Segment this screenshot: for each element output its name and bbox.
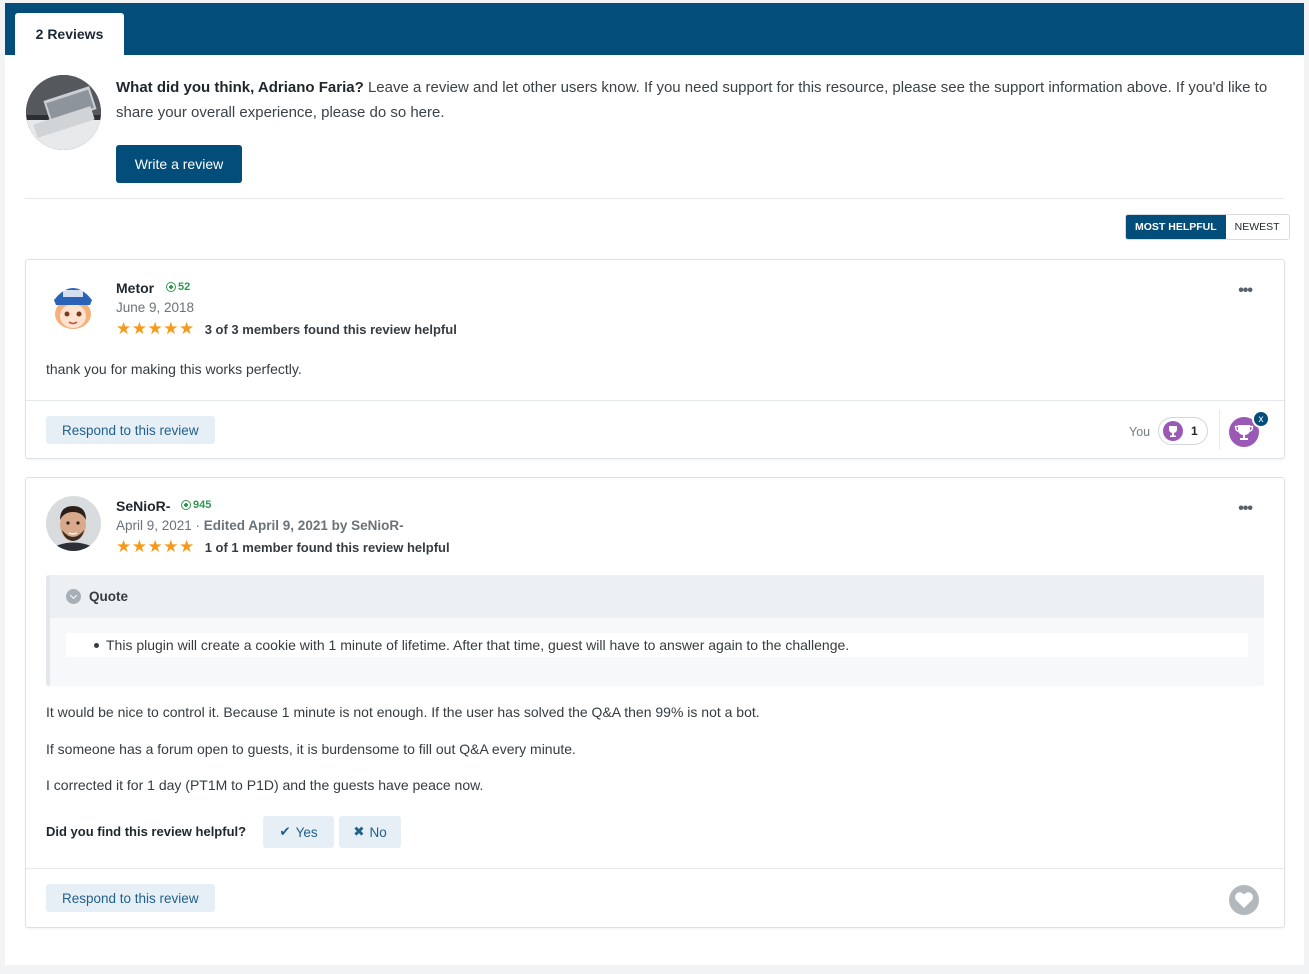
sort-newest[interactable]: NEWEST — [1225, 215, 1289, 239]
remove-reaction-icon[interactable]: x — [1252, 410, 1270, 428]
review-author[interactable]: SeNioR- — [116, 498, 170, 514]
tab-bar: 2 Reviews — [5, 3, 1304, 55]
review-date: April 9, 2021 · Edited April 9, 2021 by … — [116, 518, 404, 533]
review-author[interactable]: Metor — [116, 280, 154, 296]
more-options-icon[interactable]: ••• — [1238, 500, 1253, 518]
star-rating-icon: ★★★★★ — [116, 319, 195, 338]
tab-reviews[interactable]: 2 Reviews — [15, 13, 124, 55]
review-date-value: April 9, 2021 · — [116, 518, 204, 533]
review-card: Metor 52 June 9, 2018 ★★★★★ 3 of 3 membe… — [25, 259, 1285, 459]
x-icon: ✖ — [353, 824, 365, 839]
review-prompt: What did you think, Adriano Faria? Leave… — [116, 75, 1276, 125]
reputation-badge: 52 — [166, 281, 190, 293]
vote-no-label: No — [369, 824, 387, 840]
respond-button[interactable]: Respond to this review — [46, 416, 215, 444]
reviews-panel: 2 Reviews What did you think, Adriano Fa… — [5, 3, 1304, 965]
helpful-count: 1 of 1 member found this review helpful — [204, 539, 450, 555]
reputation-value: 945 — [193, 499, 212, 511]
review-text: thank you for making this works perfectl… — [46, 361, 302, 377]
plus-circle-icon — [181, 500, 191, 510]
reaction-count: 1 — [1191, 424, 1198, 438]
vote-yes-button[interactable]: ✔ Yes — [263, 816, 334, 848]
review-paragraph: I corrected it for 1 day (PT1M to P1D) a… — [46, 777, 484, 793]
quote-block: Quote This plugin will create a cookie w… — [46, 575, 1264, 686]
quote-label: Quote — [89, 589, 128, 604]
quote-header[interactable]: Quote — [50, 575, 1264, 618]
divider — [25, 198, 1284, 199]
review-date: June 9, 2018 — [116, 300, 195, 315]
vote-yes-label: Yes — [295, 824, 318, 840]
quote-list-item: This plugin will create a cookie with 1 … — [66, 633, 1248, 657]
trophy-icon — [1163, 421, 1183, 441]
reaction-you-label: You — [1129, 425, 1151, 439]
sort-most-helpful[interactable]: MOST HELPFUL — [1126, 215, 1226, 239]
more-options-icon[interactable]: ••• — [1238, 282, 1253, 300]
rating-row: ★★★★★ 1 of 1 member found this review he… — [116, 537, 450, 557]
reaction-summary[interactable]: 1 — [1158, 417, 1208, 445]
review-card: SeNioR- 945 April 9, 2021 · Edited April… — [25, 477, 1285, 928]
star-rating-icon: ★★★★★ — [116, 537, 195, 556]
check-icon: ✔ — [279, 824, 291, 839]
chevron-down-icon — [66, 589, 81, 604]
prompt-question: What did you think, Adriano Faria? — [116, 79, 364, 96]
review-paragraph: If someone has a forum open to guests, i… — [46, 741, 576, 757]
helpful-count: 3 of 3 members found this review helpful — [204, 321, 457, 337]
reputation-badge: 945 — [181, 499, 211, 511]
avatar[interactable] — [46, 496, 101, 551]
reputation-value: 52 — [178, 281, 191, 293]
rating-row: ★★★★★ 3 of 3 members found this review h… — [116, 319, 457, 339]
divider — [1219, 410, 1220, 450]
current-user-avatar — [26, 75, 101, 150]
review-paragraph: It would be nice to control it. Because … — [46, 704, 760, 720]
write-review-button[interactable]: Write a review — [116, 145, 242, 183]
avatar[interactable] — [46, 278, 101, 333]
quote-text: This plugin will create a cookie with 1 … — [106, 637, 850, 653]
divider — [26, 400, 1284, 401]
vote-no-button[interactable]: ✖ No — [339, 816, 401, 848]
edited-note: Edited April 9, 2021 by SeNioR- — [203, 518, 404, 533]
respond-button[interactable]: Respond to this review — [46, 884, 215, 912]
plus-circle-icon — [166, 282, 176, 292]
helpful-question: Did you find this review helpful? — [46, 824, 247, 839]
divider — [26, 868, 1284, 869]
sort-toggle: MOST HELPFUL NEWEST — [1125, 214, 1290, 240]
heart-reaction-icon[interactable] — [1229, 885, 1259, 915]
